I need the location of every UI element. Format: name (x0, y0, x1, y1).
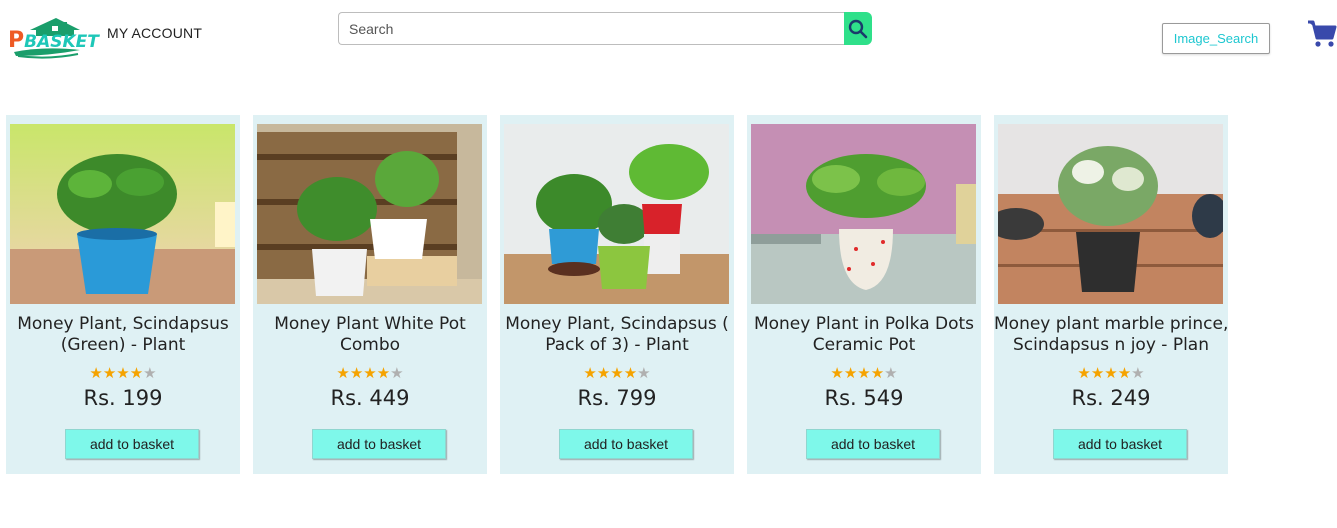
cart-button[interactable] (1307, 18, 1337, 50)
search-input[interactable] (338, 12, 844, 45)
product-card: Money Plant, Scindapsus ( Pack of 3) - P… (500, 115, 734, 474)
add-to-basket-button[interactable]: add to basket (559, 429, 693, 459)
rating-stars: ★★★★★ (500, 364, 734, 382)
product-title-line: Money Plant in Polka Dots (753, 314, 975, 334)
add-to-basket-button[interactable]: add to basket (65, 429, 199, 459)
product-title[interactable]: Money Plant, Scindapsus ( Pack of 3) - P… (500, 314, 734, 356)
logo-text: PBASKET (8, 28, 99, 53)
rating-stars: ★★★★★ (747, 364, 981, 382)
product-title[interactable]: Money Plant in Polka Dots Ceramic Pot (747, 314, 981, 356)
star-filled-icon: ★ (596, 364, 611, 382)
star-filled-icon: ★ (1117, 364, 1132, 382)
my-account-link[interactable]: MY ACCOUNT (107, 25, 202, 41)
star-filled-icon: ★ (857, 364, 871, 382)
star-filled-icon: ★ (870, 364, 885, 382)
product-title-line: Scindapsus n joy - Plan (1013, 335, 1209, 355)
star-filled-icon: ★ (1104, 364, 1118, 382)
image-search-button[interactable]: Image_Search (1162, 23, 1270, 54)
product-image[interactable] (257, 124, 482, 304)
search-icon (848, 19, 868, 38)
rating-stars: ★★★★★ (994, 364, 1228, 382)
product-price: Rs. 199 (83, 386, 163, 410)
star-empty-icon: ★ (390, 364, 404, 382)
star-filled-icon: ★ (89, 364, 103, 382)
star-empty-icon: ★ (637, 364, 651, 382)
rating-stars: ★★★★★ (253, 364, 487, 382)
star-filled-icon: ★ (102, 364, 117, 382)
star-filled-icon: ★ (129, 364, 144, 382)
product-card: Money plant marble prince, Scindapsus n … (994, 115, 1228, 474)
logo-letter-p: P (8, 28, 25, 53)
product-title-line: Ceramic Pot (812, 335, 916, 355)
product-price: Rs. 549 (824, 386, 904, 410)
star-filled-icon: ★ (116, 364, 130, 382)
brand-logo[interactable]: PBASKET (8, 16, 99, 60)
star-filled-icon: ★ (623, 364, 638, 382)
product-card: Money Plant White Pot Combo ★★★★★ Rs. 44… (253, 115, 487, 474)
product-image[interactable] (504, 124, 729, 304)
product-title-line: Money Plant White Pot (274, 314, 466, 334)
star-empty-icon: ★ (884, 364, 898, 382)
star-filled-icon: ★ (363, 364, 377, 382)
product-title-line: (Green) - Plant (60, 335, 186, 355)
star-filled-icon: ★ (583, 364, 597, 382)
add-to-basket-button[interactable]: add to basket (806, 429, 940, 459)
product-card: Money Plant in Polka Dots Ceramic Pot ★★… (747, 115, 981, 474)
star-empty-icon: ★ (1131, 364, 1145, 382)
page: PBASKET MY ACCOUNT Image_Search (0, 0, 1337, 528)
product-price: Rs. 799 (577, 386, 657, 410)
product-title-line: Money Plant, Scindapsus ( (505, 314, 729, 334)
product-title[interactable]: Money Plant, Scindapsus (Green) - Plant (6, 314, 240, 356)
star-filled-icon: ★ (843, 364, 858, 382)
product-title[interactable]: Money plant marble prince, Scindapsus n … (994, 314, 1228, 356)
search-button[interactable] (844, 12, 872, 45)
star-filled-icon: ★ (1077, 364, 1091, 382)
star-empty-icon: ★ (143, 364, 157, 382)
star-filled-icon: ★ (336, 364, 350, 382)
product-price: Rs. 449 (330, 386, 410, 410)
product-grid: Money Plant, Scindapsus (Green) - Plant … (6, 115, 1228, 474)
product-image[interactable] (10, 124, 235, 304)
product-title-line: Pack of 3) - Plant (545, 335, 689, 355)
product-image[interactable] (998, 124, 1223, 304)
product-card: Money Plant, Scindapsus (Green) - Plant … (6, 115, 240, 474)
product-price: Rs. 249 (1071, 386, 1151, 410)
rating-stars: ★★★★★ (6, 364, 240, 382)
product-title-line: Combo (339, 335, 401, 355)
search-bar (338, 12, 872, 45)
product-title-line: Money Plant, Scindapsus (17, 314, 229, 334)
add-to-basket-button[interactable]: add to basket (312, 429, 446, 459)
logo-word: BASKET (24, 32, 99, 52)
product-title-line: Money plant marble prince, (994, 314, 1228, 334)
star-filled-icon: ★ (376, 364, 391, 382)
add-to-basket-button[interactable]: add to basket (1053, 429, 1187, 459)
star-filled-icon: ★ (1090, 364, 1105, 382)
star-filled-icon: ★ (830, 364, 844, 382)
product-title[interactable]: Money Plant White Pot Combo (253, 314, 487, 356)
product-image[interactable] (751, 124, 976, 304)
shopping-cart-icon (1308, 20, 1337, 47)
star-filled-icon: ★ (610, 364, 624, 382)
star-filled-icon: ★ (349, 364, 364, 382)
